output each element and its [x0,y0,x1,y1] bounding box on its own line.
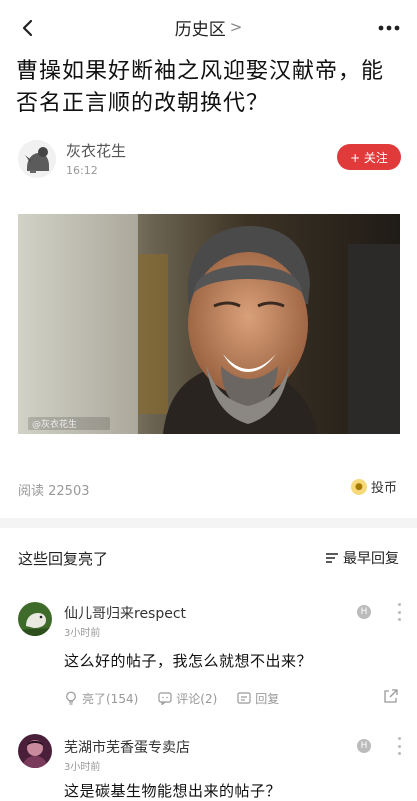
commenter-avatar-image [18,602,52,636]
section-separator [0,518,417,528]
bulb-icon [66,691,76,705]
author-avatar[interactable] [18,140,56,178]
commenter-avatar[interactable] [18,734,52,768]
ellipsis-icon [378,25,400,31]
author-row: 灰衣花生 16:12 + 关注 [0,134,417,196]
top-nav: 历史区 > [0,0,417,54]
h-badge-icon: H [357,605,371,619]
comment-time: 3小时前 [64,762,101,773]
sort-icon [326,553,338,563]
post-title: 曹操如果好断袖之风迎娶汉献帝，能否名正言顺的改朝换代？ [16,59,385,116]
post-image[interactable]: @灰衣花生 [18,214,400,434]
commenter-name[interactable]: 芜湖市芜香蛋专卖店 [64,737,190,757]
commenter-avatar[interactable] [18,602,52,636]
commenter-name[interactable]: 仙儿哥归来respect [64,603,186,623]
share-icon [384,689,398,703]
comment-item: 仙儿哥归来respect 3小时前 H 这么好的帖子，我怎么就想不出来？ 亮了(… [0,596,417,726]
follow-button[interactable]: + 关注 [337,144,401,170]
comment-more-button[interactable] [393,603,405,621]
reply-button[interactable]: 回复 [237,690,279,707]
sort-button[interactable]: 最早回复 [325,548,399,568]
like-button[interactable]: 亮了(154) [64,690,138,707]
commenter-avatar-image [18,734,52,768]
comment-button[interactable]: 评论(2) [158,690,217,707]
reply-icon [237,692,251,704]
author-avatar-image [18,140,56,178]
forum-chevron-icon: > [229,18,243,36]
h-badge-icon: H [357,739,371,753]
comment-more-button[interactable] [393,737,405,755]
comment-time: 3小时前 [64,628,101,639]
comment-label: 评论(2) [176,691,218,706]
coin-icon: ● [350,478,367,495]
sort-label: 最早回复 [343,551,399,567]
share-button[interactable] [383,688,399,707]
post-photo: @灰衣花生 [18,214,400,434]
back-button[interactable] [14,14,42,42]
forum-title[interactable]: 历史区 > [175,15,243,40]
post-time: 16:12 [66,164,98,177]
comment-icon [158,692,172,705]
forum-title-label: 历史区 [174,19,226,40]
comment-actions: 亮了(154) 评论(2) 回复 [64,688,399,708]
comment-item: 芜湖市芜香蛋专卖店 3小时前 H 这是碳基生物能想出来的帖子？ [0,728,417,800]
like-label: 亮了(154) [82,691,139,706]
image-watermark: @灰衣花生 [32,418,77,430]
tip-button[interactable]: ● 投币 [350,477,397,496]
highlighted-replies-heading: 这些回复亮了 [18,550,109,568]
author-name[interactable]: 灰衣花生 [66,140,126,161]
reply-label: 回复 [255,691,280,706]
comment-text: 这是碳基生物能想出来的帖子？ [64,782,282,800]
tip-label: 投币 [370,481,397,496]
read-count: 阅读 22503 [18,484,90,499]
more-button[interactable] [373,14,405,42]
chevron-left-icon [22,19,33,37]
comment-text: 这么好的帖子，我怎么就想不出来？ [64,652,313,670]
